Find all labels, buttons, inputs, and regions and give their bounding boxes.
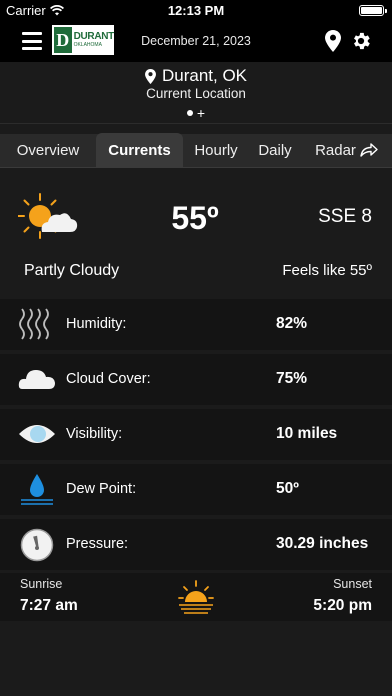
add-location-icon[interactable]: +: [197, 105, 205, 121]
gauge-icon: [20, 528, 54, 562]
sunrise-time: 7:27 am: [20, 597, 78, 614]
detail-value: 10 miles: [276, 425, 338, 442]
logo-text: DURANT: [73, 31, 115, 42]
location-subtitle: Current Location: [146, 86, 246, 101]
current-conditions: 55º SSE 8 Partly Cloudy Feels like 55º: [0, 168, 392, 299]
tab-hourly[interactable]: Hourly: [183, 133, 249, 167]
detail-label: Visibility:: [66, 426, 123, 442]
status-time: 12:13 PM: [167, 3, 225, 18]
gear-icon[interactable]: [350, 30, 372, 52]
detail-label: Cloud Cover:: [66, 371, 151, 387]
tab-currents[interactable]: Currents: [96, 133, 183, 167]
detail-row-dew-point: Dew Point: 50º: [0, 464, 392, 515]
eye-icon: [19, 425, 55, 443]
page-dot[interactable]: [186, 110, 193, 116]
detail-label: Dew Point:: [66, 481, 137, 497]
detail-value: 82%: [276, 315, 308, 332]
partly-cloudy-icon: [18, 193, 78, 239]
location-pin-icon: [145, 68, 156, 84]
tab-bar: Overview Currents Hourly Daily Radar: [0, 133, 392, 168]
share-arrow-icon: [360, 143, 378, 157]
humidity-icon: [19, 308, 49, 340]
logo-mark: D: [54, 27, 72, 53]
detail-value: 50º: [276, 480, 299, 497]
tab-overview[interactable]: Overview: [0, 133, 96, 167]
sunrise-label: Sunrise: [20, 577, 63, 591]
battery-icon: [359, 5, 387, 16]
detail-row-cloud-cover: Cloud Cover: 75%: [0, 354, 392, 405]
detail-row-pressure: Pressure: 30.29 inches: [0, 519, 392, 570]
app-header: D DURANT OKLAHOMA December 21, 2023: [0, 20, 392, 62]
current-temperature: 55º: [171, 200, 219, 236]
sunset-time: 5:20 pm: [313, 597, 372, 614]
detail-label: Humidity:: [66, 316, 127, 332]
detail-value: 75%: [276, 370, 308, 387]
menu-icon[interactable]: [22, 32, 42, 50]
tab-radar[interactable]: Radar: [301, 133, 392, 167]
location-city: Durant, OK: [161, 66, 248, 85]
sunset-icon: [178, 580, 214, 614]
detail-row-visibility: Visibility: 10 miles: [0, 409, 392, 460]
location-pin-icon[interactable]: [325, 30, 341, 52]
location-panel: Durant, OK Current Location +: [0, 62, 392, 124]
sun-times: Sunrise 7:27 am Sunset 5:20 pm: [0, 573, 392, 621]
location-pager[interactable]: +: [0, 105, 392, 121]
header-date: December 21, 2023: [141, 34, 251, 48]
water-drop-icon: [21, 474, 53, 505]
sunset-label: Sunset: [333, 577, 372, 591]
tab-daily[interactable]: Daily: [249, 133, 301, 167]
cloud-icon: [18, 370, 55, 389]
detail-label: Pressure:: [66, 536, 129, 552]
durant-logo: D DURANT OKLAHOMA: [52, 25, 114, 55]
feels-like: Feels like 55º: [282, 262, 372, 279]
logo-subtext: OKLAHOMA: [73, 42, 102, 48]
status-bar: Carrier 12:13 PM: [0, 0, 392, 20]
current-condition: Partly Cloudy: [24, 262, 120, 279]
detail-value: 30.29 inches: [276, 535, 369, 552]
current-wind: SSE 8: [318, 206, 372, 227]
detail-row-humidity: Humidity: 82%: [0, 299, 392, 350]
